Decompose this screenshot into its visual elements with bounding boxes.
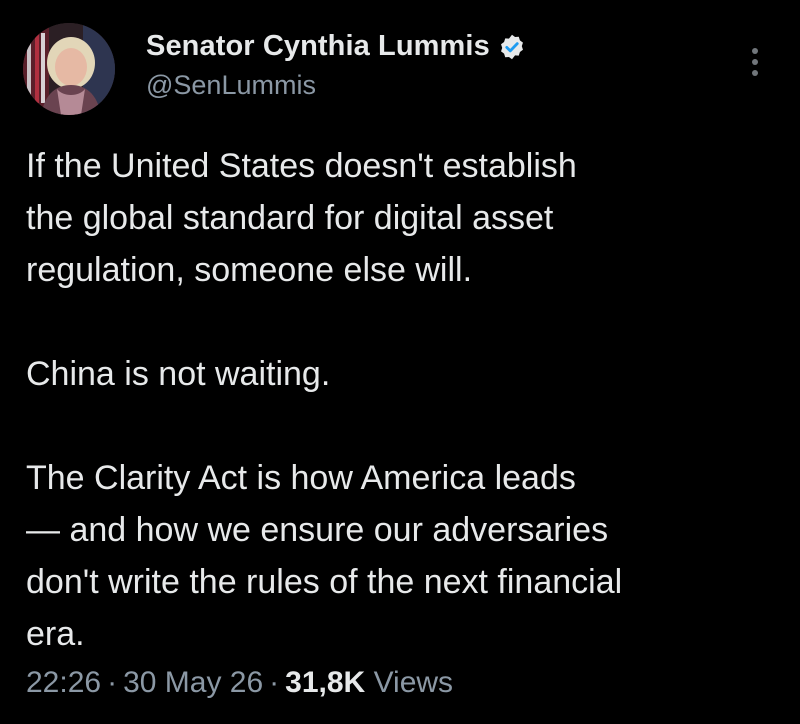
tweet-line: The Clarity Act is how America leads xyxy=(26,459,576,497)
tweet-date[interactable]: 30 May 26 xyxy=(123,666,263,699)
tweet-meta: 22:26 · 30 May 26 · 31,8K Views xyxy=(26,666,453,700)
tweet-line: don't write the rules of the next financ… xyxy=(26,563,623,601)
verified-badge-icon xyxy=(498,33,526,61)
views-label: Views xyxy=(373,666,454,699)
views-count[interactable]: 31,8K xyxy=(285,666,365,699)
tweet-paragraph: If the United States doesn't establish t… xyxy=(26,140,776,296)
tweet-line: the global standard for digital asset xyxy=(26,199,554,237)
tweet-card: Senator Cynthia Lummis @SenLummis If the… xyxy=(0,0,800,724)
author-handle[interactable]: @SenLummis xyxy=(146,70,316,101)
tweet-line: China is not waiting. xyxy=(26,355,331,393)
tweet-line: era. xyxy=(26,615,85,653)
tweet-paragraph: The Clarity Act is how America leads — a… xyxy=(26,452,776,660)
avatar[interactable] xyxy=(23,23,115,115)
tweet-text: If the United States doesn't establish t… xyxy=(26,140,776,660)
more-dot xyxy=(752,59,758,65)
author-display-name[interactable]: Senator Cynthia Lummis xyxy=(146,30,490,63)
more-dot xyxy=(752,48,758,54)
more-options-icon[interactable] xyxy=(740,42,770,82)
tweet-time[interactable]: 22:26 xyxy=(26,666,101,699)
avatar-photo xyxy=(23,23,115,115)
meta-separator: · xyxy=(269,666,280,699)
more-dot xyxy=(752,70,758,76)
tweet-paragraph: China is not waiting. xyxy=(26,348,776,400)
meta-separator: · xyxy=(107,666,118,699)
author-name-row: Senator Cynthia Lummis xyxy=(146,30,526,63)
tweet-line: — and how we ensure our adversaries xyxy=(26,511,609,549)
tweet-line: If the United States doesn't establish xyxy=(26,147,577,185)
tweet-line: regulation, someone else will. xyxy=(26,251,473,289)
